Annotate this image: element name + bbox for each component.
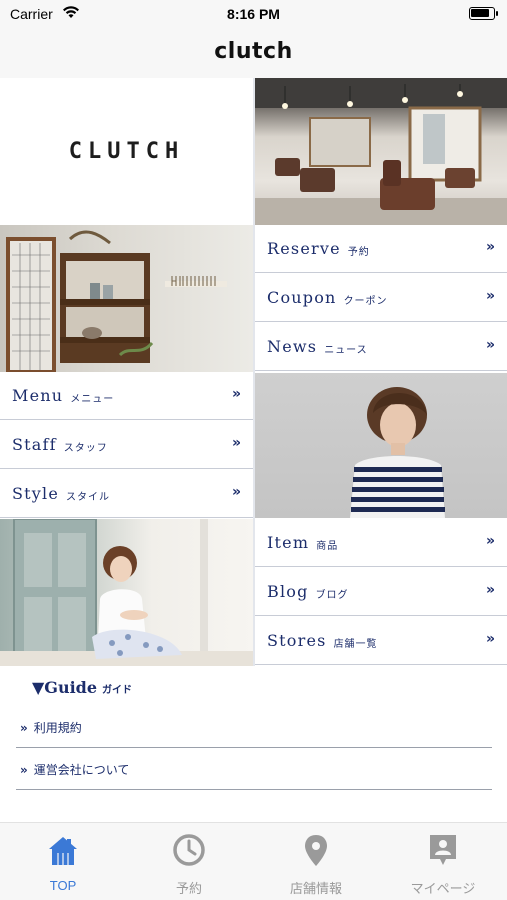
salon-interior-photo — [255, 78, 507, 225]
guide-link-terms[interactable]: » 利用規約 — [16, 708, 492, 748]
double-chevron-icon: » — [20, 762, 28, 777]
item-button[interactable]: Item 商品 » — [255, 519, 507, 567]
tab-my-page[interactable]: マイページ — [380, 823, 506, 900]
staff-button[interactable]: Staff スタッフ » — [0, 421, 253, 469]
model-seated-photo — [0, 518, 253, 667]
chevron-right-icon: » — [485, 288, 495, 304]
page-title: clutch — [214, 39, 293, 64]
style-sublabel: スタイル — [66, 491, 111, 503]
chevron-right-icon: » — [231, 484, 241, 500]
tab-store-info[interactable]: 店舗情報 — [253, 823, 379, 900]
news-sublabel: ニュース — [324, 344, 368, 356]
status-bar: Carrier 8:16 PM — [0, 0, 507, 28]
tab-label: TOP — [49, 878, 77, 893]
brand-logo-tile: CLUTCH — [0, 78, 253, 225]
guide-link-company[interactable]: » 運営会社について — [16, 750, 492, 790]
blog-label: Blog — [267, 582, 309, 601]
item-label: Item — [267, 533, 310, 552]
coupon-label: Coupon — [267, 288, 337, 307]
chevron-right-icon: » — [485, 582, 495, 598]
shop-shelf-photo — [0, 225, 253, 374]
chevron-right-icon: » — [485, 631, 495, 647]
blog-button[interactable]: Blog ブログ » — [255, 568, 507, 616]
double-chevron-icon: » — [20, 720, 28, 735]
guide-link-label: 運営会社について — [33, 763, 130, 777]
news-label: News — [267, 337, 318, 356]
news-button[interactable]: News ニュース » — [255, 323, 507, 371]
guide-sublabel: ガイド — [102, 685, 133, 696]
menu-button[interactable]: Menu メニュー » — [0, 372, 253, 420]
chevron-right-icon: » — [485, 239, 495, 255]
home-icon — [47, 833, 79, 867]
blog-sublabel: ブログ — [315, 589, 349, 601]
battery-icon — [469, 7, 498, 20]
tab-top[interactable]: TOP — [0, 823, 126, 900]
item-sublabel: 商品 — [316, 540, 339, 552]
menu-sublabel: メニュー — [70, 393, 115, 405]
tab-label: 予約 — [175, 881, 202, 896]
staff-label: Staff — [12, 435, 57, 454]
tab-label: マイページ — [410, 881, 476, 896]
stores-label: Stores — [267, 631, 327, 650]
brand-logo: CLUTCH — [68, 139, 185, 164]
chevron-right-icon: » — [485, 337, 495, 353]
guide-heading: ▼Guide ガイド — [32, 678, 132, 697]
guide-title: ▼Guide — [32, 678, 98, 697]
clock-time: 8:16 PM — [227, 6, 280, 22]
chevron-right-icon: » — [485, 533, 495, 549]
menu-label: Menu — [12, 386, 64, 405]
reserve-button[interactable]: Reserve 予約 » — [255, 225, 507, 273]
style-label: Style — [12, 484, 60, 503]
coupon-sublabel: クーポン — [343, 295, 388, 307]
navigation-bar: clutch — [0, 28, 507, 78]
location-pin-icon — [300, 833, 332, 867]
tab-label: 店舗情報 — [289, 881, 342, 896]
coupon-button[interactable]: Coupon クーポン » — [255, 274, 507, 322]
staff-sublabel: スタッフ — [63, 442, 108, 454]
style-button[interactable]: Style スタイル » — [0, 470, 253, 518]
stores-sublabel: 店舗一覧 — [333, 638, 378, 650]
tab-reserve[interactable]: 予約 — [126, 823, 252, 900]
tab-bar: TOP 予約 店舗情報 マイページ — [0, 822, 507, 900]
reserve-label: Reserve — [267, 239, 341, 258]
model-portrait-photo — [255, 373, 507, 518]
person-card-icon — [427, 833, 459, 867]
stores-button[interactable]: Stores 店舗一覧 » — [255, 617, 507, 665]
chevron-right-icon: » — [231, 386, 241, 402]
chevron-right-icon: » — [231, 435, 241, 451]
clock-icon — [173, 833, 205, 867]
battery-level — [471, 9, 489, 17]
guide-link-label: 利用規約 — [33, 721, 82, 735]
reserve-sublabel: 予約 — [347, 246, 370, 258]
